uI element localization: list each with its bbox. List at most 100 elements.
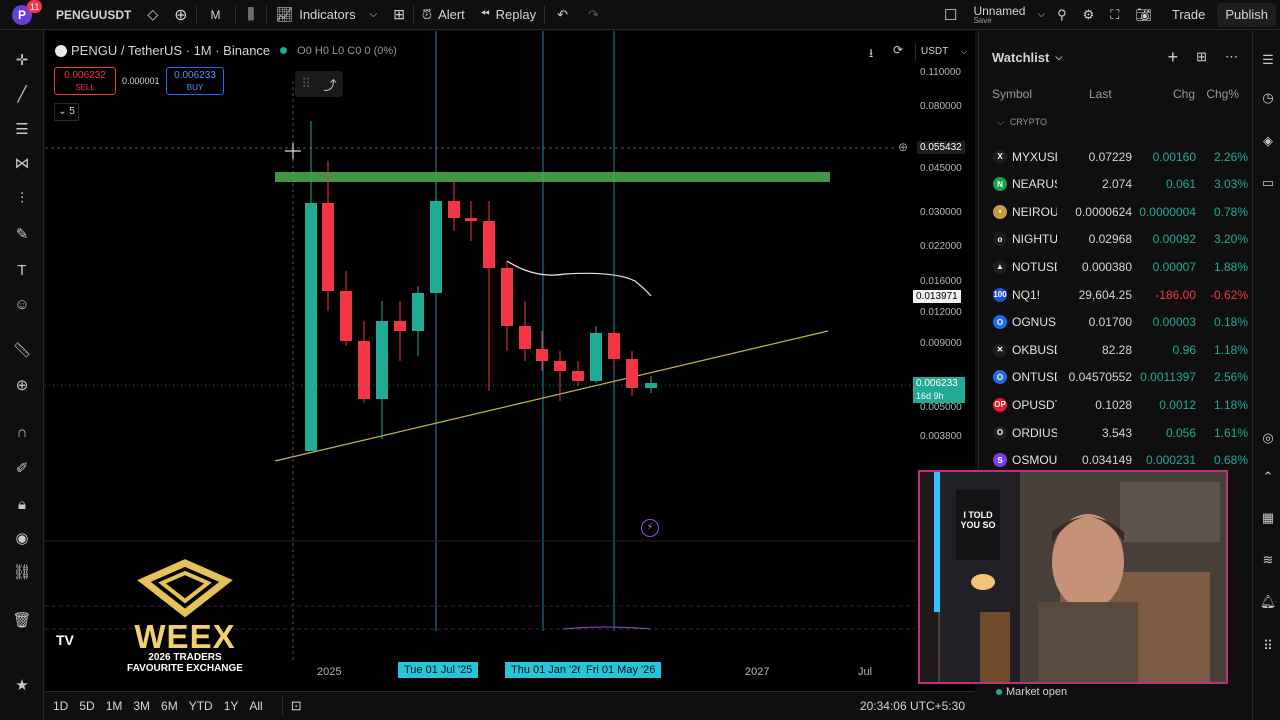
fullscreen-icon[interactable]: ⛶ (1102, 0, 1127, 30)
range-button-ytd[interactable]: YTD (189, 699, 213, 713)
watchlist-icon[interactable]: ☰ (1259, 51, 1277, 69)
chat-icon[interactable]: ▭ (1259, 174, 1277, 192)
watchlist-row[interactable]: ▲ NOTUSD 0.000380 0.00007 1.88% (979, 253, 1253, 280)
watchlist-chg: 0.00160 (1152, 149, 1196, 164)
target-icon[interactable]: ◎ (1259, 429, 1277, 447)
watchlist-row[interactable]: X MYXUSD 0.07229 0.00160 2.26% (979, 143, 1253, 170)
clock-display[interactable]: 20:34:06 UTC+5:30 (860, 699, 965, 713)
settings-gear-icon[interactable]: ⚙ (1075, 0, 1103, 30)
chart-title[interactable]: PENGU / TetherUS · 1M · Binance (71, 43, 270, 58)
drag-handle-icon[interactable]: ⠿ (301, 76, 311, 92)
trendline-icon[interactable]: ╱ (11, 83, 33, 105)
drawing-float-toolbar[interactable]: ⠿ ⤴ (295, 71, 343, 97)
currency-select[interactable]: USDT ⌵ (915, 43, 969, 61)
redo-icon[interactable]: ↷ (580, 0, 607, 30)
templates-grid-icon[interactable]: ⊞ (385, 0, 413, 30)
goto-date-icon[interactable]: ⊡ (291, 698, 302, 714)
zoom-in-icon[interactable]: ⊕ (11, 374, 33, 396)
range-button-5d[interactable]: 5D (79, 699, 94, 713)
replay-button[interactable]: ⏪︎ Replay (473, 0, 544, 30)
watchlist-row[interactable]: OP OPUSDT 0.1028 0.0012 1.18% (979, 391, 1253, 418)
undo-icon[interactable]: ↶ (545, 0, 580, 30)
layout-icon[interactable]: ⊞ (1196, 49, 1207, 65)
col-chg[interactable]: Chg (1121, 87, 1195, 101)
col-chgp[interactable]: Chg% (1195, 87, 1239, 101)
watchlist-row[interactable]: O OGNUSD 0.01700 0.00003 0.18% (979, 309, 1253, 336)
symbol-search-button[interactable]: PENGUUSDT (48, 0, 139, 30)
trade-button[interactable]: Trade (1160, 0, 1217, 30)
fib-retracement-icon[interactable]: ☰ (11, 118, 33, 140)
chart-pane[interactable]: PENGU / TetherUS · 1M · Binance O0 H0 L0… (45, 31, 975, 691)
watchlist-last: 2.074 (1101, 177, 1132, 192)
watchlist-title[interactable]: Watchlist (992, 50, 1049, 65)
section-crypto[interactable]: ⌵ CRYPTO (997, 117, 1047, 128)
pattern-icon[interactable]: ⋈ (11, 152, 33, 174)
favorite-diamond-icon[interactable]: ◇ (139, 0, 166, 30)
interval-button[interactable]: M (197, 0, 235, 30)
buy-button[interactable]: 0.006233 BUY (166, 67, 224, 95)
layout-name-button[interactable]: Unnamed Save (965, 0, 1033, 30)
indicators-button[interactable]: 📈︎ Indicators ⌵ (267, 0, 385, 30)
lock-icon[interactable]: 🔒︎ (11, 493, 33, 515)
chevron-down-icon[interactable]: ⌵ (1033, 0, 1049, 30)
watchlist-row[interactable]: • NEIROUSD 0.0000624 0.0000004 0.78% (979, 198, 1253, 225)
range-button-1y[interactable]: 1Y (224, 699, 239, 713)
ruler-icon[interactable]: 📏︎ (11, 339, 33, 361)
notifications-bell-icon[interactable]: 🔔︎ (1259, 593, 1277, 611)
watchlist-row[interactable]: N NEARUSD 2.074 0.061 3.03% (979, 171, 1253, 198)
layout-square-icon[interactable]: ☐ (936, 0, 965, 30)
watchlist-row[interactable]: ✕ OKBUSD 82.28 0.96 1.18% (979, 336, 1253, 363)
scroll-down-icon[interactable]: ⭳ (869, 44, 873, 65)
price-axis-label: 0.005000 (920, 402, 962, 413)
stream-icon[interactable]: ≋ (1259, 551, 1277, 569)
chevron-down-icon[interactable]: ⌵ (1055, 52, 1062, 63)
camera-icon[interactable]: 📷︎ (1127, 0, 1160, 30)
range-button-1m[interactable]: 1M (106, 699, 123, 713)
col-last[interactable]: Last (1089, 87, 1121, 101)
watchlist-last: 0.000380 (1081, 259, 1132, 274)
eye-icon[interactable]: ◉ (11, 527, 33, 549)
brush-icon[interactable]: ✎ (11, 223, 33, 245)
stay-drawing-icon[interactable]: ✐ (11, 457, 33, 479)
publish-button[interactable]: Publish (1217, 2, 1276, 27)
emoji-icon[interactable]: ☺ (11, 293, 33, 315)
range-button-all[interactable]: All (249, 699, 262, 713)
object-tree-icon[interactable]: ★ (11, 674, 33, 696)
quick-search-icon[interactable]: ⚲ (1049, 0, 1075, 30)
sync-icon[interactable]: ⟳ (893, 43, 903, 57)
sell-button[interactable]: 0.006232 SELL (54, 67, 116, 95)
watchlist-row[interactable]: O ONTUSD 0.04570552 0.0011397 2.56% (979, 364, 1253, 391)
prediction-icon[interactable]: ⫶ (11, 187, 33, 209)
compare-plus-icon[interactable]: ⊕ (166, 0, 195, 30)
apps-grid-icon[interactable]: ⠿ (1259, 637, 1277, 655)
watchlist-row[interactable]: 100 NQ1! 29,604.25 -186.00 -0.62% (979, 281, 1253, 308)
candle-body (501, 268, 513, 326)
coin-icon: 100 (993, 287, 1007, 302)
link-icon[interactable]: ⛓ (11, 561, 33, 583)
range-button-1d[interactable]: 1D (53, 699, 68, 713)
indicators-collapse-button[interactable]: ⌄ 5 (54, 103, 79, 121)
col-symbol[interactable]: Symbol (979, 87, 1089, 101)
range-button-3m[interactable]: 3M (133, 699, 150, 713)
text-icon[interactable]: T (11, 259, 33, 281)
alert-button[interactable]: ⏰︎ Alert (414, 0, 473, 30)
magnet-icon[interactable]: ∩ (11, 421, 33, 443)
crosshair-icon[interactable]: ✛ (11, 49, 33, 71)
trash-icon[interactable]: 🗑︎ (11, 609, 33, 631)
more-icon[interactable]: ⋯ (1225, 49, 1238, 65)
lightning-icon[interactable]: ⚡︎ (641, 519, 659, 537)
chevron-down-icon[interactable]: ⌵ (370, 9, 378, 20)
add-alert-plus-icon[interactable]: ⊕ (898, 140, 908, 154)
time-axis-label-2025: 2025 (317, 666, 342, 678)
chart-type-candles-icon[interactable]: ⫼ (236, 0, 267, 30)
ideas-icon[interactable]: ⌃ (1259, 468, 1277, 486)
watchlist-row[interactable]: o NIGHTUSD 0.02968 0.00092 3.20% (979, 226, 1253, 253)
calendar-icon[interactable]: ▦ (1259, 509, 1277, 527)
trend-angle-icon[interactable]: ⤴ (324, 75, 337, 94)
layers-icon[interactable]: ◈ (1259, 132, 1277, 150)
range-button-6m[interactable]: 6M (161, 699, 178, 713)
tradingview-logo[interactable]: TV (56, 632, 74, 648)
add-symbol-icon[interactable]: + (1168, 47, 1179, 68)
watchlist-row[interactable]: O ORDIUSD 3.543 0.056 1.61% (979, 419, 1253, 446)
alerts-clock-icon[interactable]: ◷ (1259, 89, 1277, 107)
